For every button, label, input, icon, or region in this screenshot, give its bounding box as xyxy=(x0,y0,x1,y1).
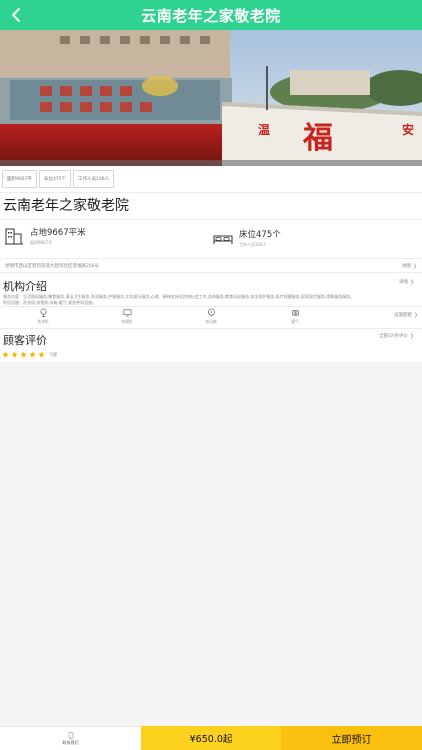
all-reviews-link[interactable]: 全部(0)条评价 xyxy=(379,333,414,339)
divider xyxy=(0,192,422,193)
facility-fan: 电风扇 xyxy=(196,308,226,325)
intro-text: 服务内容：生活照料服务,膳食服务,清洁卫生服务,洗涤服务,护理服务,文化娱乐服务… xyxy=(3,294,413,306)
divider xyxy=(0,258,422,259)
heater-icon xyxy=(291,310,299,316)
facility-icons: 洗衣机 电视机 电风扇 暖气 设施配套 xyxy=(0,308,422,328)
facility-tv: 电视机 xyxy=(112,308,142,325)
chevron-right-icon xyxy=(414,312,418,318)
stat-beds: 床位475个 工作人员106人 xyxy=(213,228,281,248)
star-icon xyxy=(2,351,9,358)
reviews-title: 顾客评价 xyxy=(3,334,47,347)
phone-icon xyxy=(68,731,73,739)
divider xyxy=(0,306,422,307)
photo-carousel[interactable]: 福 温 安 xyxy=(0,30,422,166)
stat-area-sub: 面积9667平 xyxy=(30,240,53,245)
facilities-more-label: 设施配套 xyxy=(394,313,412,318)
intro-detail-label: 详情 xyxy=(399,280,408,285)
facility-heater-label: 暖气 xyxy=(291,319,299,324)
banner-sign-fu: 福 xyxy=(302,121,333,156)
facility-tv-label: 电视机 xyxy=(121,319,133,324)
star-icon xyxy=(11,351,18,358)
chevron-right-icon xyxy=(410,279,414,285)
chevron-left-icon xyxy=(12,8,20,22)
divider xyxy=(0,219,422,220)
stat-beds-sub: 工作人员106人 xyxy=(239,242,267,247)
tag-list: 面积9667平 床位475个 工作人员106人 xyxy=(2,170,115,188)
tv-icon xyxy=(123,309,131,317)
stat-area-value: 占地9667平米 xyxy=(30,228,86,238)
page-title: 云南老年之家敬老院 xyxy=(141,6,281,25)
tag-beds: 床位475个 xyxy=(38,170,72,188)
rating-score: 5星 xyxy=(50,352,58,358)
address-text: 昆明市西山区碧鸡街道大碧鸡社区普福路256号 xyxy=(5,264,100,269)
address-row[interactable]: 昆明市西山区碧鸡街道大碧鸡社区普福路256号 地图 xyxy=(5,263,417,269)
detail-card: 面积9667平 床位475个 工作人员106人 云南老年之家敬老院 占地9667… xyxy=(0,166,422,362)
facility-name: 云南老年之家敬老院 xyxy=(3,198,129,214)
fan-icon xyxy=(207,308,215,317)
contact-button[interactable]: 联系我们 xyxy=(0,726,141,750)
book-now-button[interactable]: 立即预订 xyxy=(281,726,422,750)
stat-area: 占地9667平米 面积9667平 xyxy=(4,226,86,246)
facility-washer-label: 洗衣机 xyxy=(37,319,49,324)
price-display: ¥650.0起 xyxy=(141,726,281,750)
chevron-right-icon xyxy=(410,333,414,339)
bed-icon xyxy=(213,235,233,244)
tag-staff: 工作人员106人 xyxy=(73,170,115,188)
intro-detail-link[interactable]: 详情 xyxy=(399,279,414,285)
facility-photo: 福 温 安 xyxy=(0,30,422,166)
banner-sign-left: 温 xyxy=(258,123,270,137)
building-icon xyxy=(5,228,23,245)
star-icon xyxy=(38,351,45,358)
map-link-label: 地图 xyxy=(402,264,411,269)
divider xyxy=(0,272,422,273)
facilities-more-link[interactable]: 设施配套 xyxy=(394,312,418,318)
star-icon xyxy=(20,351,27,358)
washer-icon xyxy=(39,308,47,317)
bottom-action-bar: 联系我们 ¥650.0起 立即预订 xyxy=(0,726,422,750)
all-reviews-label: 全部(0)条评价 xyxy=(379,334,408,339)
rating-stars: 5星 xyxy=(2,351,57,358)
stat-beds-value: 床位475个 xyxy=(239,230,281,240)
star-icon xyxy=(29,351,36,358)
intro-title: 机构介绍 xyxy=(3,280,47,293)
facility-washer: 洗衣机 xyxy=(28,308,58,325)
facility-heater: 暖气 xyxy=(280,308,310,325)
facility-fan-label: 电风扇 xyxy=(205,319,217,324)
banner-sign-right: 安 xyxy=(402,122,414,137)
divider xyxy=(0,328,422,329)
page: 云南老年之家敬老院 福 温 安 面积9667平 床位475个 工作人员106人 … xyxy=(0,0,422,750)
chevron-right-icon xyxy=(413,263,417,269)
map-link[interactable]: 地图 xyxy=(402,263,417,269)
tag-area: 面积9667平 xyxy=(2,170,37,188)
back-button[interactable] xyxy=(6,5,26,25)
contact-label: 联系我们 xyxy=(62,739,79,745)
nav-header: 云南老年之家敬老院 xyxy=(0,0,422,30)
